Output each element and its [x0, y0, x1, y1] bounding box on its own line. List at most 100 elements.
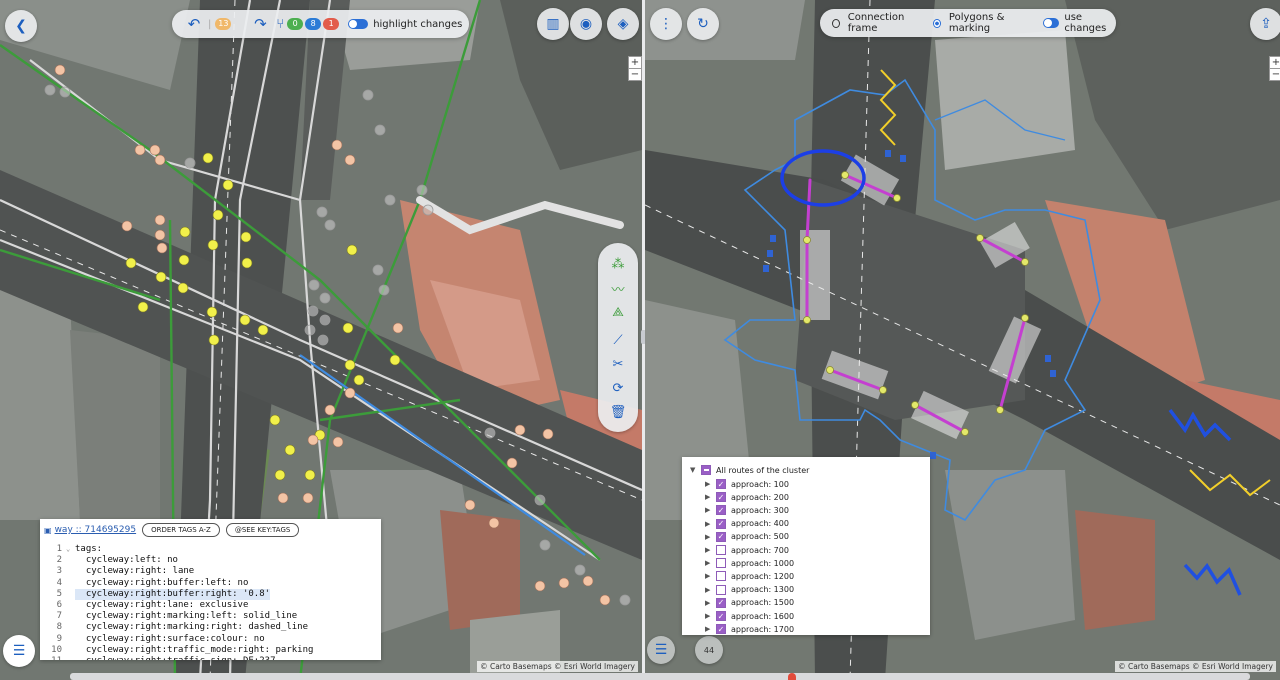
- tree-item[interactable]: ▶ ✓ approach: 200: [705, 491, 789, 503]
- expand-triangle-icon[interactable]: ▶: [705, 612, 712, 620]
- expand-triangle-icon[interactable]: ▶: [705, 520, 712, 528]
- expand-triangle-icon[interactable]: ▶: [705, 586, 712, 594]
- tree-item[interactable]: ▶ ✓ approach: 1500: [705, 597, 794, 609]
- expand-triangle-icon[interactable]: ▼: [690, 466, 697, 474]
- approach-checkbox[interactable]: ✓: [716, 624, 726, 635]
- tag-editor[interactable]: ▣ way :: 714695295 ORDER TAGS A-Z @SEE K…: [40, 519, 381, 660]
- code-line[interactable]: 7 cycleway:right:marking:left: solid_lin…: [40, 611, 381, 622]
- left-toolbar: ↶ | 13 ↷ ⑂ 0 8 1 highlight changes: [172, 10, 469, 38]
- expand-triangle-icon[interactable]: ▶: [705, 625, 712, 633]
- approach-checkbox[interactable]: ✓: [716, 597, 726, 608]
- code-line[interactable]: 10 cycleway:right:traffic_mode:right: pa…: [40, 645, 381, 656]
- expand-triangle-icon[interactable]: ▶: [705, 493, 712, 501]
- tree-item[interactable]: ▶ approach: 1000: [705, 557, 794, 569]
- approach-checkbox[interactable]: [716, 558, 726, 569]
- expand-triangle-icon[interactable]: ▶: [705, 572, 712, 580]
- approach-checkbox[interactable]: [716, 571, 726, 582]
- delete-tool-button[interactable]: 🗑: [606, 401, 630, 423]
- line-tool-button[interactable]: 〰: [606, 277, 630, 299]
- tree-root[interactable]: ▼ All routes of the cluster: [690, 465, 809, 475]
- use-changes-toggle[interactable]: [1042, 18, 1060, 28]
- polygon-tool-button[interactable]: ⟁: [606, 301, 630, 323]
- menu-button[interactable]: ☰: [3, 635, 35, 667]
- code-line[interactable]: 6 cycleway:right:lane: exclusive: [40, 600, 381, 611]
- bottom-scrollbar[interactable]: [70, 673, 1250, 680]
- code-line[interactable]: 11 cycleway:right:traffic_sign: DE:237: [40, 656, 381, 660]
- zoom-in-button[interactable]: +: [629, 57, 641, 68]
- undo-button[interactable]: ↶: [180, 10, 208, 38]
- cut-tool-button[interactable]: ✂: [606, 353, 630, 375]
- order-tags-button[interactable]: ORDER TAGS A-Z: [142, 523, 220, 537]
- point-tool-button[interactable]: ⁂: [606, 253, 630, 275]
- tree-item[interactable]: ▶ approach: 1300: [705, 584, 794, 596]
- expand-triangle-icon[interactable]: ▶: [705, 559, 712, 567]
- left-map-pane[interactable]: ❮ ↶ | 13 ↷ ⑂ 0 8 1 highlight changes ▥ ◉…: [0, 0, 642, 680]
- expand-triangle-icon[interactable]: ▶: [705, 533, 712, 541]
- redo-button[interactable]: ↷: [246, 10, 274, 38]
- share-button[interactable]: ⇪: [1250, 8, 1280, 40]
- layers-button[interactable]: ◈: [607, 8, 639, 40]
- code-line[interactable]: 3 cycleway:right: lane: [40, 566, 381, 577]
- map-book-button[interactable]: ▥: [537, 8, 569, 40]
- rotate-tool-button[interactable]: ⟳: [606, 377, 630, 399]
- right-list-button[interactable]: ☰: [647, 636, 675, 664]
- code-text: cycleway:right:buffer:right: '0.8': [75, 588, 271, 600]
- right-menu-button[interactable]: ⋮: [650, 8, 682, 40]
- expand-triangle-icon[interactable]: ▶: [705, 506, 712, 514]
- approach-checkbox[interactable]: ✓: [716, 611, 726, 621]
- tree-item[interactable]: ▶ ✓ approach: 1600: [705, 610, 794, 622]
- line-number: 4: [56, 577, 62, 588]
- code-line[interactable]: 8 cycleway:right:marking:right: dashed_l…: [40, 622, 381, 633]
- highlight-changes-toggle[interactable]: [348, 19, 369, 29]
- expand-triangle-icon[interactable]: ▶: [705, 546, 712, 554]
- approach-checkbox[interactable]: [716, 584, 726, 595]
- right-zoom-in-button[interactable]: +: [1270, 57, 1280, 68]
- code-area[interactable]: 1 ⌄ tags: 2 cycleway:left: no 3 cycleway:rig…: [40, 544, 381, 660]
- tree-item[interactable]: ▶ approach: 700: [705, 544, 789, 556]
- tree-item[interactable]: ▶ ✓ approach: 300: [705, 504, 789, 516]
- tree-item[interactable]: ▶ ✓ approach: 1700: [705, 623, 794, 635]
- approach-checkbox[interactable]: ✓: [716, 479, 726, 489]
- code-line[interactable]: 9 cycleway:right:surface:colour: no: [40, 634, 381, 645]
- way-link[interactable]: way :: 714695295: [55, 525, 137, 535]
- approach-label: approach: 1700: [731, 624, 795, 634]
- root-checkbox[interactable]: [701, 465, 711, 475]
- tree-item[interactable]: ▶ ✓ approach: 400: [705, 518, 789, 530]
- approach-checkbox[interactable]: ✓: [716, 492, 726, 503]
- routes-tree-panel[interactable]: ▼ All routes of the cluster ▶ ✓ approach: …: [682, 457, 930, 635]
- tree-item[interactable]: ▶ ✓ approach: 500: [705, 531, 789, 543]
- connection-frame-radio[interactable]: [832, 18, 840, 28]
- code-text: cycleway:right:surface:colour: no: [75, 633, 265, 644]
- scissors-icon: ✂: [612, 356, 624, 372]
- locate-button[interactable]: ◉: [570, 8, 602, 40]
- approach-checkbox[interactable]: ✓: [716, 505, 726, 516]
- tree-item[interactable]: ▶ ✓ approach: 100: [705, 478, 789, 490]
- approach-checkbox[interactable]: [716, 545, 726, 555]
- line-number: 8: [56, 622, 62, 633]
- zoom-out-button[interactable]: −: [629, 68, 641, 80]
- editor-header: ▣ way :: 714695295 ORDER TAGS A-Z @SEE K…: [40, 519, 381, 541]
- edit-tool-button[interactable]: ⟋: [606, 329, 630, 351]
- expand-triangle-icon[interactable]: ▶: [705, 599, 712, 607]
- code-line[interactable]: 4 cycleway:right:buffer:left: no: [40, 578, 381, 589]
- code-line[interactable]: 2 cycleway:left: no: [40, 555, 381, 566]
- refresh-button[interactable]: ↻: [687, 8, 719, 40]
- back-button[interactable]: ❮: [5, 10, 37, 42]
- approach-checkbox[interactable]: ✓: [716, 531, 726, 542]
- branch-icon[interactable]: ⑂: [276, 17, 284, 32]
- fold-gutter: [66, 622, 75, 633]
- tree-item[interactable]: ▶ approach: 1200: [705, 570, 794, 582]
- expand-triangle-icon[interactable]: ▶: [705, 480, 712, 488]
- right-zoom-out-button[interactable]: −: [1270, 68, 1280, 80]
- code-line[interactable]: 5 cycleway:right:buffer:right: '0.8': [40, 588, 381, 600]
- line-number: 7: [56, 611, 62, 622]
- polygons-marking-radio[interactable]: [933, 18, 941, 28]
- see-key-tags-button[interactable]: @SEE KEY:TAGS: [225, 523, 300, 537]
- fold-gutter: [66, 634, 75, 645]
- fold-gutter: [66, 578, 75, 589]
- approach-checkbox[interactable]: ✓: [716, 518, 726, 529]
- fold-chevron-icon[interactable]: ⌄: [66, 544, 75, 555]
- polygon-icon: ⟁: [612, 304, 624, 320]
- left-zoom-control: + −: [628, 56, 642, 81]
- code-line[interactable]: 1 ⌄ tags:: [40, 544, 381, 555]
